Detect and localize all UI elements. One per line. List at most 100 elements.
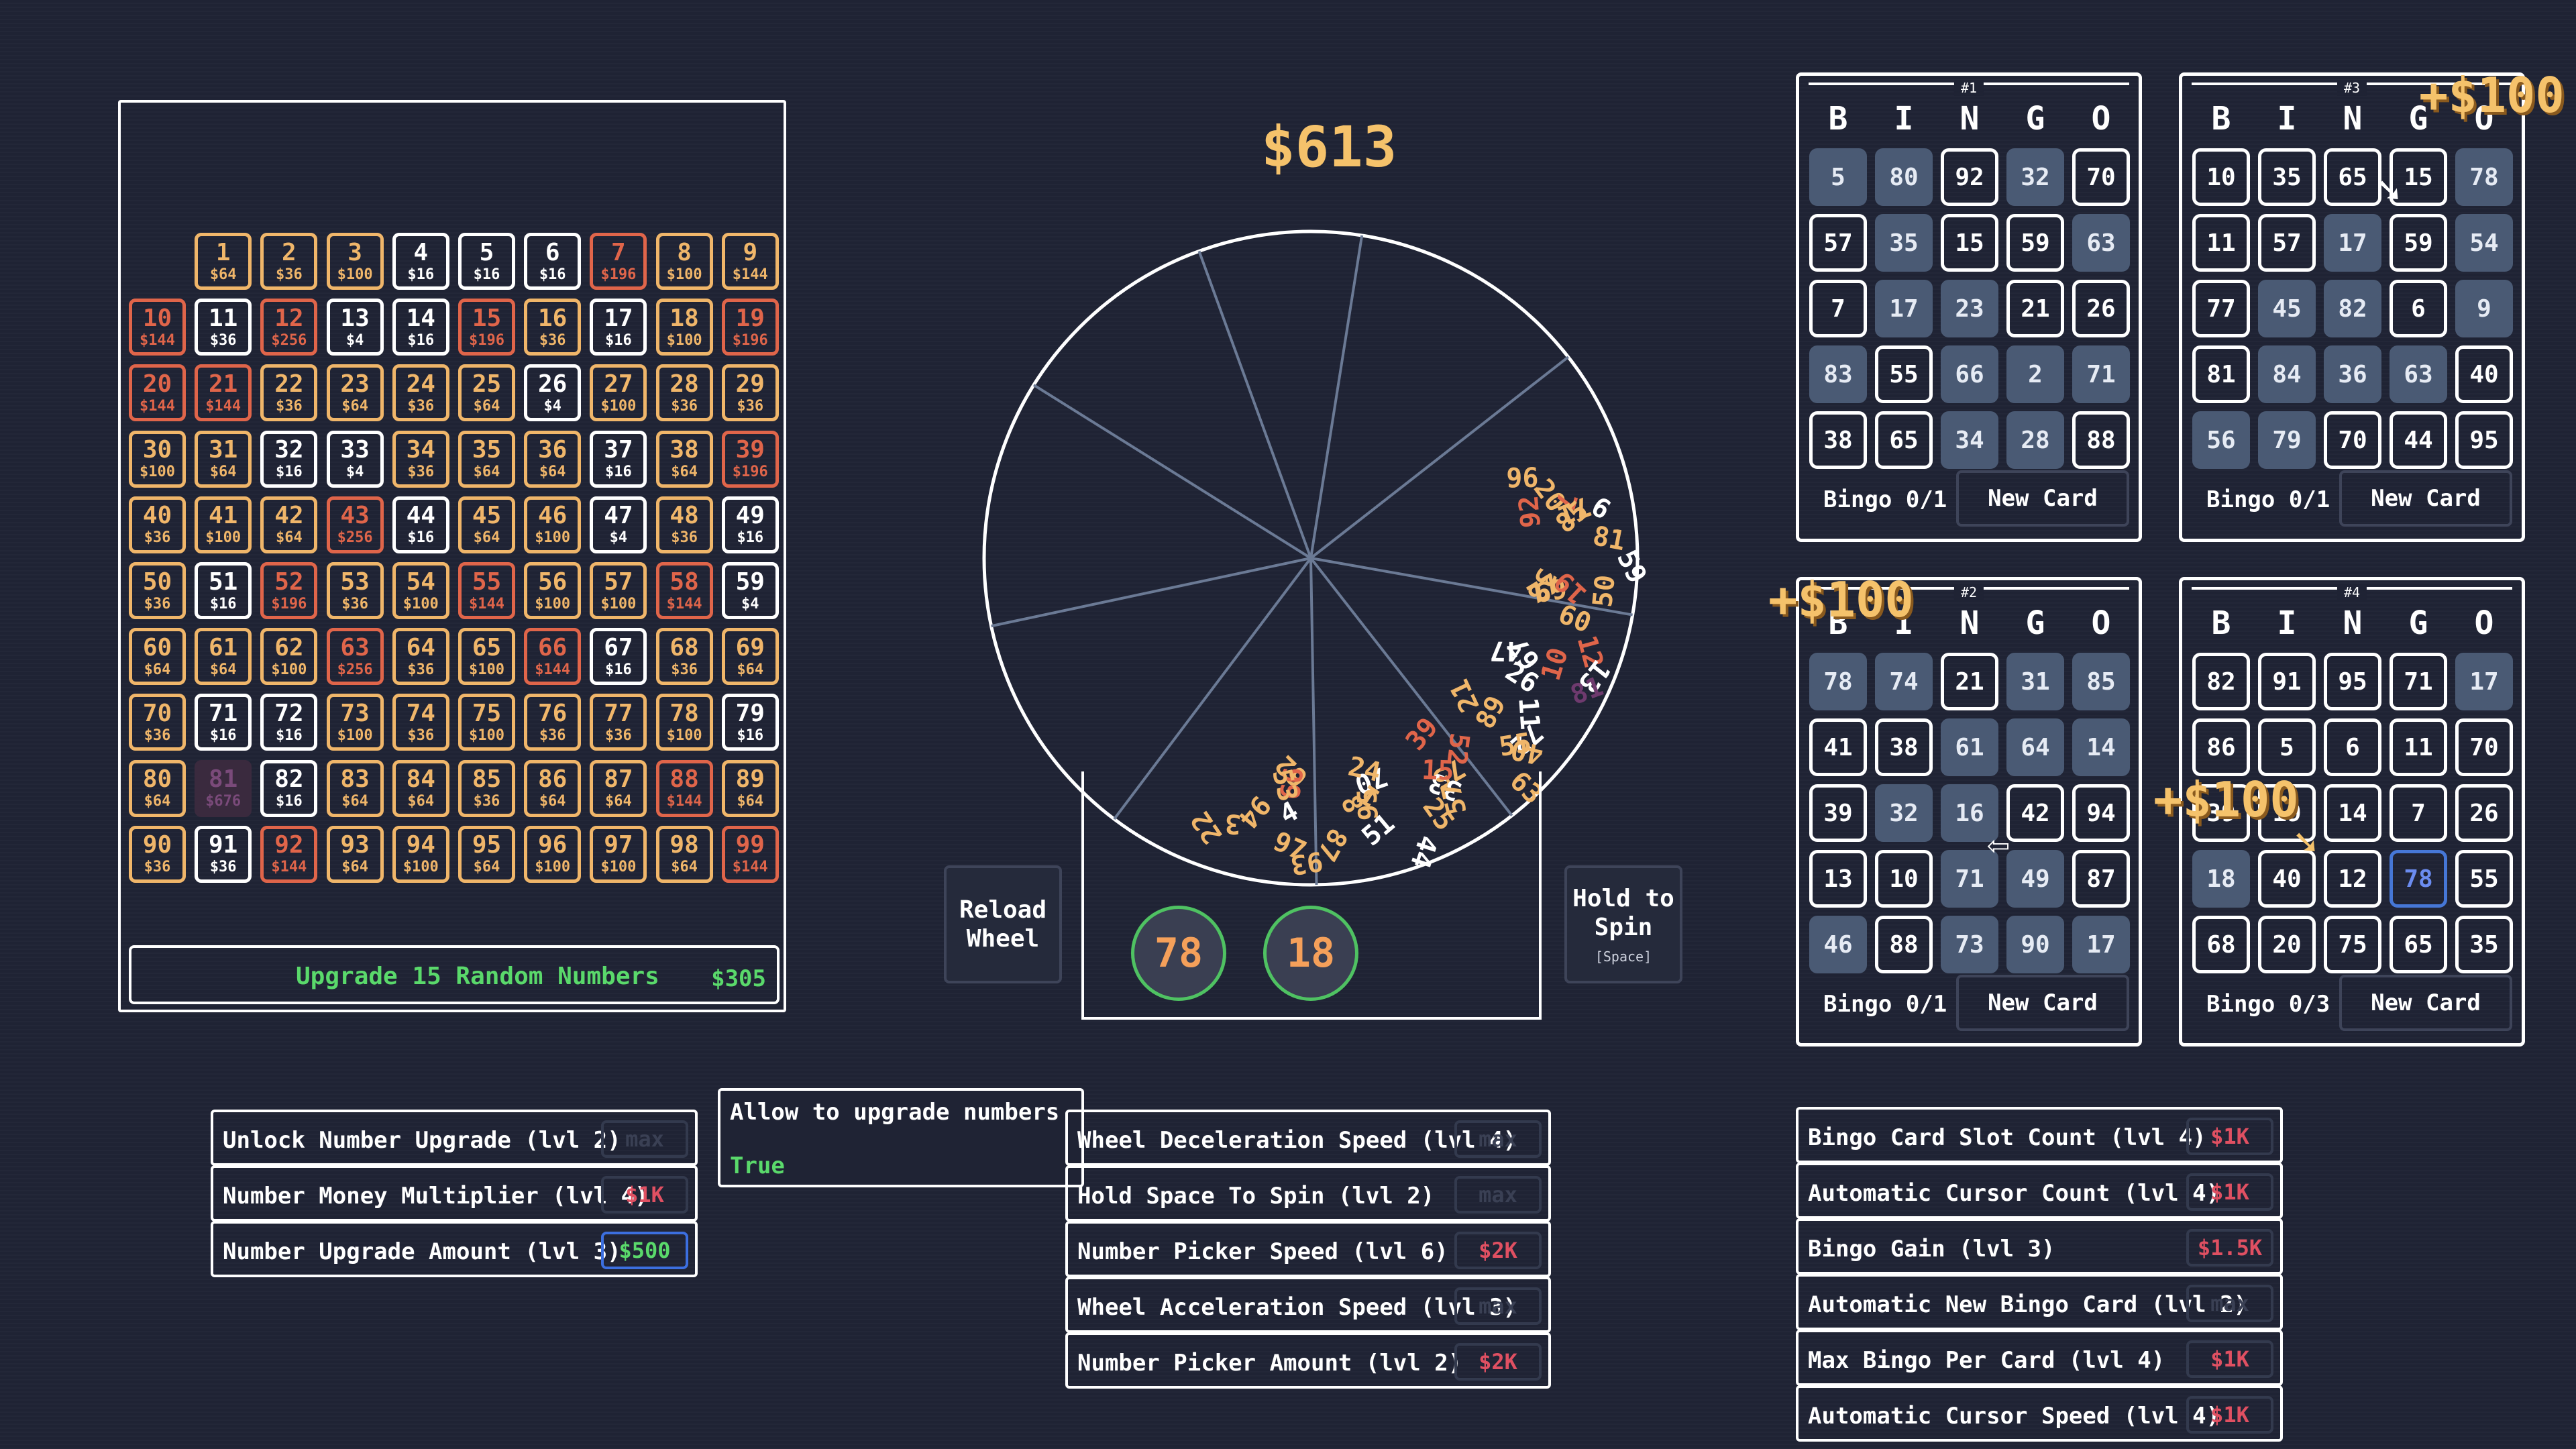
- upgrade-buy-button[interactable]: max: [601, 1120, 688, 1158]
- bingo-cell[interactable]: 95: [2324, 653, 2381, 710]
- upgrade-row[interactable]: Automatic Cursor Speed (lvl 4) $1K: [1796, 1385, 2283, 1442]
- bingo-cell[interactable]: 87: [2072, 850, 2130, 908]
- bingo-cell[interactable]: 78: [2455, 148, 2513, 206]
- bingo-cell[interactable]: 49: [2006, 850, 2064, 908]
- bingo-cell[interactable]: 54: [2455, 214, 2513, 272]
- bingo-cell[interactable]: 78: [2390, 850, 2447, 908]
- bingo-cell[interactable]: 77: [2192, 280, 2250, 337]
- upgrade-buy-button[interactable]: max: [1454, 1287, 1542, 1325]
- bingo-cell[interactable]: 86: [2192, 718, 2250, 776]
- bingo-cell[interactable]: 5: [1809, 148, 1867, 206]
- bingo-cell[interactable]: 65: [2390, 916, 2447, 973]
- upgrade-row[interactable]: Automatic Cursor Count (lvl 4) $1K: [1796, 1163, 2283, 1219]
- bingo-cell[interactable]: 35: [1875, 214, 1933, 272]
- bingo-cell[interactable]: 36: [2324, 345, 2381, 403]
- bingo-cell[interactable]: 17: [1875, 280, 1933, 337]
- bingo-cell[interactable]: 59: [2390, 214, 2447, 272]
- bingo-cell[interactable]: 65: [2324, 148, 2381, 206]
- bingo-cell[interactable]: 57: [2258, 214, 2316, 272]
- bingo-cell[interactable]: 18: [2192, 850, 2250, 908]
- upgrade-row[interactable]: Unlock Number Upgrade (lvl 2) max: [211, 1110, 698, 1166]
- bingo-cell[interactable]: 11: [2192, 214, 2250, 272]
- bingo-cell[interactable]: 7: [2390, 784, 2447, 842]
- bingo-cell[interactable]: 79: [2258, 411, 2316, 469]
- bingo-cell[interactable]: 95: [2455, 411, 2513, 469]
- upgrade-buy-button[interactable]: $1K: [2186, 1118, 2273, 1155]
- bingo-cell[interactable]: 45: [2258, 280, 2316, 337]
- bingo-cell[interactable]: 55: [2455, 850, 2513, 908]
- bingo-cell[interactable]: 34: [1941, 411, 1998, 469]
- bingo-cell[interactable]: 6: [2390, 280, 2447, 337]
- bingo-cell[interactable]: 32: [2006, 148, 2064, 206]
- upgrade-row[interactable]: Hold Space To Spin (lvl 2) max: [1065, 1165, 1551, 1222]
- bingo-cell[interactable]: 44: [2390, 411, 2447, 469]
- upgrade-row[interactable]: Number Picker Speed (lvl 6) $2K: [1065, 1221, 1551, 1277]
- bingo-cell[interactable]: 81: [2192, 345, 2250, 403]
- bingo-cell[interactable]: 26: [2072, 280, 2130, 337]
- bingo-cell[interactable]: 78: [1809, 653, 1867, 710]
- bingo-cell[interactable]: 12: [2324, 850, 2381, 908]
- bingo-cell[interactable]: 59: [2006, 214, 2064, 272]
- upgrade-buy-button[interactable]: max: [1454, 1176, 1542, 1214]
- bingo-cell[interactable]: 63: [2390, 345, 2447, 403]
- upgrade-row[interactable]: Automatic New Bingo Card (lvl 2) max: [1796, 1274, 2283, 1330]
- bingo-cell[interactable]: 23: [1941, 280, 1998, 337]
- bingo-cell[interactable]: 85: [2072, 653, 2130, 710]
- bingo-cell[interactable]: 38: [1875, 718, 1933, 776]
- bingo-cell[interactable]: 42: [2006, 784, 2064, 842]
- bingo-cell[interactable]: 61: [1941, 718, 1998, 776]
- bingo-cell[interactable]: 15: [1941, 214, 1998, 272]
- bingo-cell[interactable]: 64: [2006, 718, 2064, 776]
- upgrade-buy-button[interactable]: $1K: [2186, 1173, 2273, 1211]
- bingo-cell[interactable]: 21: [2006, 280, 2064, 337]
- bingo-cell[interactable]: 17: [2324, 214, 2381, 272]
- bingo-cell[interactable]: 92: [1941, 148, 1998, 206]
- hold-to-spin-button[interactable]: Hold to Spin [Space]: [1564, 865, 1682, 983]
- bingo-cell[interactable]: 6: [2324, 718, 2381, 776]
- bingo-cell[interactable]: 14: [2324, 784, 2381, 842]
- upgrade-buy-button[interactable]: $1K: [2186, 1340, 2273, 1378]
- bingo-cell[interactable]: 74: [1875, 653, 1933, 710]
- upgrade-buy-button[interactable]: $1K: [2186, 1396, 2273, 1434]
- bingo-cell[interactable]: 83: [1809, 345, 1867, 403]
- bingo-cell[interactable]: 71: [2072, 345, 2130, 403]
- bingo-cell[interactable]: 17: [2072, 916, 2130, 973]
- bingo-cell[interactable]: 46: [1809, 916, 1867, 973]
- upgrade-buy-button[interactable]: max: [2186, 1285, 2273, 1322]
- reload-wheel-button[interactable]: Reload Wheel: [944, 865, 1062, 983]
- bingo-cell[interactable]: 73: [1941, 916, 1998, 973]
- upgrade-row[interactable]: Max Bingo Per Card (lvl 4) $1K: [1796, 1330, 2283, 1386]
- bingo-cell[interactable]: 75: [2324, 916, 2381, 973]
- new-card-button[interactable]: New Card: [2339, 470, 2512, 527]
- upgrade-buy-button[interactable]: $2K: [1454, 1232, 1542, 1269]
- bingo-cell[interactable]: 91: [2258, 653, 2316, 710]
- bingo-cell[interactable]: 70: [2072, 148, 2130, 206]
- upgrade-row[interactable]: Number Picker Amount (lvl 2) $2K: [1065, 1332, 1551, 1389]
- bingo-cell[interactable]: 70: [2324, 411, 2381, 469]
- bingo-cell[interactable]: 32: [1875, 784, 1933, 842]
- bingo-cell[interactable]: 39: [1809, 784, 1867, 842]
- bingo-cell[interactable]: 56: [2192, 411, 2250, 469]
- bingo-cell[interactable]: 80: [1875, 148, 1933, 206]
- bingo-cell[interactable]: 28: [2006, 411, 2064, 469]
- bingo-cell[interactable]: 2: [2006, 345, 2064, 403]
- bingo-cell[interactable]: 26: [2455, 784, 2513, 842]
- bingo-cell[interactable]: 7: [1809, 280, 1867, 337]
- bingo-cell[interactable]: 84: [2258, 345, 2316, 403]
- bingo-cell[interactable]: 65: [1875, 411, 1933, 469]
- upgrade-buy-button[interactable]: $500: [601, 1232, 688, 1269]
- bingo-cell[interactable]: 17: [2455, 653, 2513, 710]
- bingo-cell[interactable]: 82: [2324, 280, 2381, 337]
- upgrade-buy-button[interactable]: $1K: [601, 1176, 688, 1214]
- bingo-cell[interactable]: 35: [2258, 148, 2316, 206]
- upgrade-row[interactable]: Number Upgrade Amount (lvl 3) $500: [211, 1221, 698, 1277]
- upgrade-buy-button[interactable]: max: [1454, 1120, 1542, 1158]
- bingo-cell[interactable]: 9: [2455, 280, 2513, 337]
- bingo-cell[interactable]: 88: [2072, 411, 2130, 469]
- upgrade-buy-button[interactable]: $2K: [1454, 1343, 1542, 1381]
- bingo-cell[interactable]: 70: [2455, 718, 2513, 776]
- bingo-cell[interactable]: 94: [2072, 784, 2130, 842]
- upgrade-row[interactable]: Bingo Card Slot Count (lvl 4) $1K: [1796, 1107, 2283, 1163]
- bingo-cell[interactable]: 38: [1809, 411, 1867, 469]
- upgrade-row[interactable]: Number Money Multiplier (lvl 4) $1K: [211, 1165, 698, 1222]
